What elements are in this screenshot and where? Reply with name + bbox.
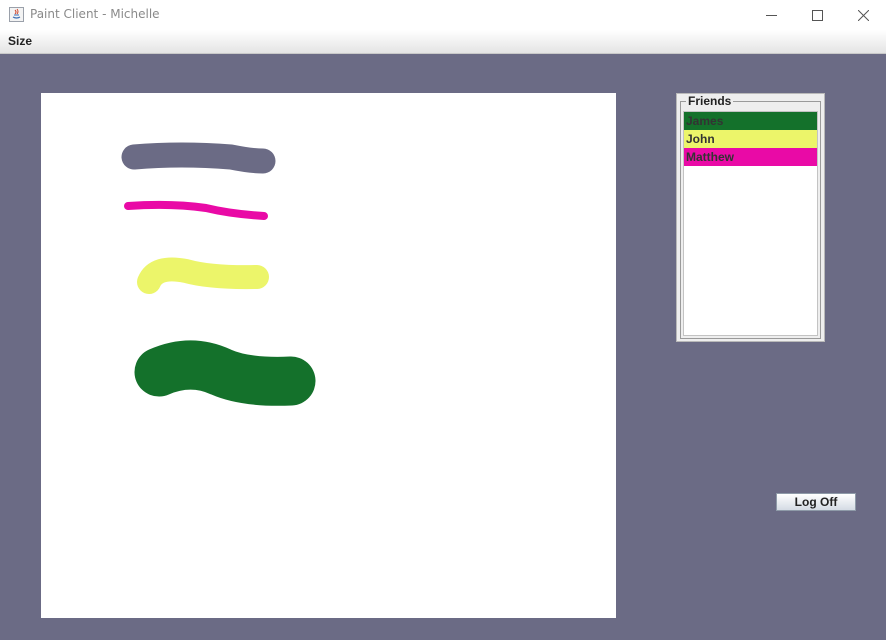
friends-panel: Friends James John Matthew <box>676 93 825 342</box>
close-button[interactable] <box>840 0 886 30</box>
drawing-canvas[interactable] <box>41 93 616 618</box>
paint-stroke-gray <box>121 142 276 174</box>
paint-stroke-magenta <box>124 200 268 220</box>
maximize-icon <box>811 9 823 21</box>
window-title: Paint Client - Michelle <box>30 7 160 21</box>
title-bar: Paint Client - Michelle <box>0 0 886 30</box>
friend-item-james[interactable]: James <box>684 112 817 130</box>
friends-legend: Friends <box>686 94 734 108</box>
friend-item-john[interactable]: John <box>684 130 817 148</box>
close-icon <box>857 9 869 21</box>
paint-stroke-yellow <box>137 257 269 294</box>
paint-stroke-green <box>134 340 316 406</box>
menu-bar: Size <box>0 30 886 54</box>
minimize-button[interactable] <box>748 0 794 30</box>
log-off-button[interactable]: Log Off <box>776 493 856 511</box>
friends-group: Friends James John Matthew <box>680 95 821 339</box>
menu-size[interactable]: Size <box>8 34 32 48</box>
java-icon <box>9 7 24 22</box>
friends-list[interactable]: James John Matthew <box>683 111 818 336</box>
minimize-icon <box>765 14 777 16</box>
friend-item-matthew[interactable]: Matthew <box>684 148 817 166</box>
maximize-button[interactable] <box>794 0 840 30</box>
canvas-strokes <box>121 142 316 406</box>
